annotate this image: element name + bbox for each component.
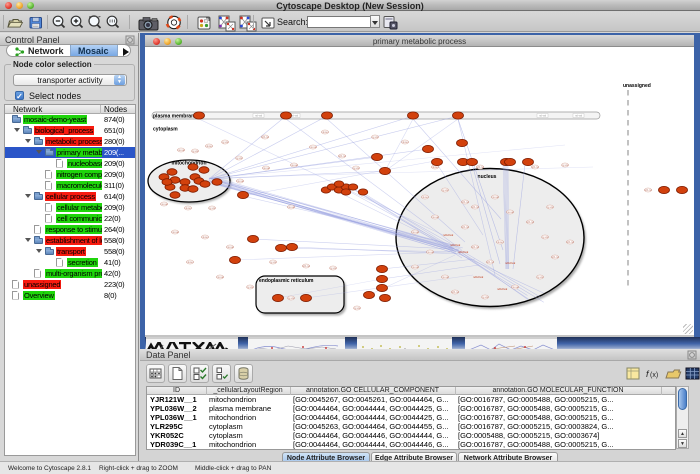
svg-text:mx-val: mx-val <box>491 196 499 199</box>
svg-text:cy-val: cy-val <box>192 150 199 153</box>
svg-text:GO-nd: GO-nd <box>471 246 479 249</box>
svg-text:GO-nd: GO-nd <box>531 166 539 169</box>
svg-text:mx-val: mx-val <box>290 164 298 167</box>
svg-text:nd-set: nd-set <box>432 166 439 169</box>
svg-text:cy-val: cy-val <box>442 189 449 192</box>
svg-text:mx-val: mx-val <box>262 167 270 170</box>
svg-text:mx-val: mx-val <box>426 251 434 254</box>
svg-text:nd-set: nd-set <box>402 141 409 144</box>
svg-text:nd-set: nd-set <box>322 131 329 134</box>
svg-text:nd-set: nd-set <box>497 241 504 244</box>
svg-text:nd-val: nd-val <box>539 114 546 118</box>
svg-text:mx-val: mx-val <box>411 231 419 234</box>
svg-text:mx-val: mx-val <box>287 206 295 209</box>
svg-text:nd-set: nd-set <box>422 196 429 199</box>
svg-text:mx-val: mx-val <box>511 286 519 289</box>
svg-text:cy-val: cy-val <box>547 206 554 209</box>
svg-text:mx-val: mx-val <box>309 146 317 149</box>
svg-text:ndGOval: ndGOval <box>458 250 469 254</box>
svg-text:mx-val: mx-val <box>177 149 185 152</box>
svg-text:GO-nd: GO-nd <box>338 155 346 158</box>
svg-text:mx-val: mx-val <box>441 276 449 279</box>
svg-text:mx-val: mx-val <box>226 246 234 249</box>
svg-text:GO-nd: GO-nd <box>461 226 469 229</box>
svg-text:mx-val: mx-val <box>160 203 168 206</box>
svg-text:cy-val: cy-val <box>209 207 216 210</box>
svg-text:nd-set: nd-set <box>206 145 213 148</box>
svg-text:GO-nd: GO-nd <box>644 189 652 192</box>
svg-text:ndGOval: ndGOval <box>443 233 454 237</box>
svg-text:mx-val: mx-val <box>431 216 439 219</box>
svg-text:mx-val: mx-val <box>171 231 179 234</box>
svg-text:mx-val: mx-val <box>236 180 244 183</box>
svg-text:(x): (x) <box>650 372 658 379</box>
svg-text:nd-val: nd-val <box>575 114 582 118</box>
svg-text:GO-nd: GO-nd <box>461 201 469 204</box>
svg-text:cy-val: cy-val <box>354 307 361 310</box>
svg-text:unassigned: unassigned <box>623 83 651 89</box>
svg-text:ndGOval: ndGOval <box>497 287 508 291</box>
svg-text:cy-val: cy-val <box>562 164 569 167</box>
svg-text:GO-nd: GO-nd <box>526 221 534 224</box>
svg-text:GO-nd: GO-nd <box>451 291 459 294</box>
svg-text:cy-val: cy-val <box>482 296 489 299</box>
svg-text:cytoplasm: cytoplasm <box>153 127 178 133</box>
svg-text:cy-val: cy-val <box>537 276 544 279</box>
svg-text:cy-val: cy-val <box>247 286 254 289</box>
svg-text:GO-nd: GO-nd <box>302 265 310 268</box>
svg-text:mx-val: mx-val <box>411 266 419 269</box>
svg-text:ndGOval: ndGOval <box>473 275 484 279</box>
svg-text:mx-val: mx-val <box>216 276 224 279</box>
svg-text:GO-nd: GO-nd <box>551 256 559 259</box>
svg-text:nd-val: nd-val <box>255 114 262 118</box>
svg-text:cy-val: cy-val <box>236 157 243 160</box>
svg-text:cy-val: cy-val <box>542 236 549 239</box>
svg-text:ndGOval: ndGOval <box>450 243 461 247</box>
svg-text:nd-val: nd-val <box>291 114 298 118</box>
svg-text:cy-val: cy-val <box>330 267 337 270</box>
svg-text:plasma membrane: plasma membrane <box>153 114 197 120</box>
svg-text:cy-val: cy-val <box>372 136 379 139</box>
svg-text:GO-nd: GO-nd <box>566 241 574 244</box>
svg-text:GO-nd: GO-nd <box>476 166 484 169</box>
svg-text:nd-set: nd-set <box>185 207 192 210</box>
svg-text:GO-nd: GO-nd <box>471 206 479 209</box>
svg-text:cy-val: cy-val <box>222 141 229 144</box>
svg-text:nucleus: nucleus <box>478 174 497 180</box>
svg-text:cy-val: cy-val <box>353 167 360 170</box>
svg-text:GO-nd: GO-nd <box>261 136 269 139</box>
svg-text:cy-val: cy-val <box>270 261 277 264</box>
svg-text:endoplasmic reticulum: endoplasmic reticulum <box>259 278 314 284</box>
svg-text:ndGOval: ndGOval <box>505 261 516 265</box>
svg-text:nd-set: nd-set <box>187 261 194 264</box>
svg-text:GO-nd: GO-nd <box>486 261 494 264</box>
svg-text:cy-val: cy-val <box>288 297 295 300</box>
svg-text:nd-set: nd-set <box>202 236 209 239</box>
svg-text:mx-val: mx-val <box>506 211 514 214</box>
